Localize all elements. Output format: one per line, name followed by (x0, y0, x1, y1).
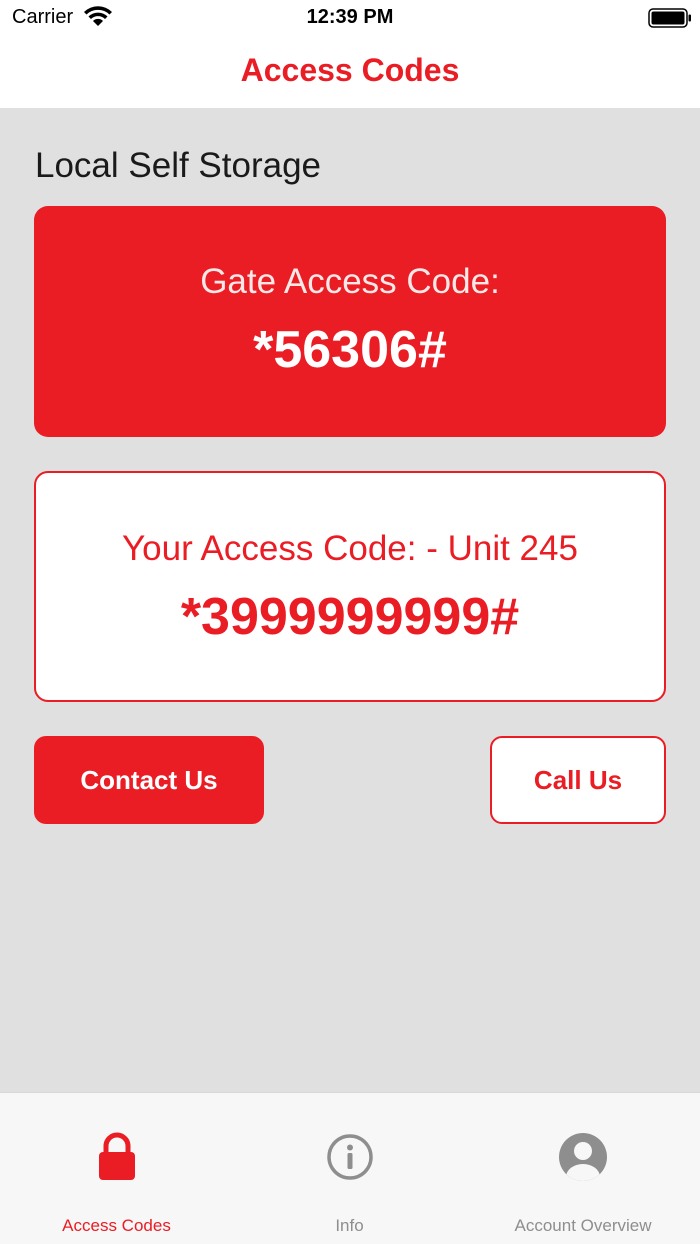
call-us-button[interactable]: Call Us (490, 736, 666, 824)
tab-info[interactable]: Info (233, 1093, 466, 1244)
app-screen: Carrier 12:39 PM Access Codes Local Self… (0, 0, 700, 1244)
page-title: Access Codes (240, 52, 460, 88)
tab-access-codes[interactable]: Access Codes (0, 1093, 233, 1244)
unit-access-label: Your Access Code: - Unit 245 (122, 529, 578, 568)
main-content: Local Self Storage Gate Access Code: *56… (0, 108, 700, 1092)
status-time: 12:39 PM (306, 6, 394, 28)
contact-us-button[interactable]: Contact Us (34, 736, 264, 824)
lock-icon (98, 1132, 135, 1180)
gate-access-card: Gate Access Code: *56306# (34, 206, 666, 437)
gate-access-code: *56306# (253, 321, 447, 379)
gate-access-label: Gate Access Code: (200, 262, 500, 301)
tab-account-overview[interactable]: Account Overview (466, 1093, 700, 1244)
battery-icon (648, 8, 691, 28)
navigation-bar: Access Codes (0, 36, 700, 108)
unit-access-code: *3999999999# (180, 588, 520, 646)
status-bar: Carrier 12:39 PM (0, 0, 700, 36)
tab-label: Access Codes (62, 1216, 171, 1235)
tab-label: Account Overview (514, 1216, 652, 1235)
account-icon (559, 1133, 607, 1181)
info-icon (326, 1134, 373, 1180)
unit-access-card: Your Access Code: - Unit 245 *3999999999… (34, 471, 666, 702)
tab-label: Info (335, 1216, 364, 1235)
facility-name: Local Self Storage (35, 146, 322, 185)
tab-bar: Access Codes Info Account Overview (0, 1092, 700, 1244)
